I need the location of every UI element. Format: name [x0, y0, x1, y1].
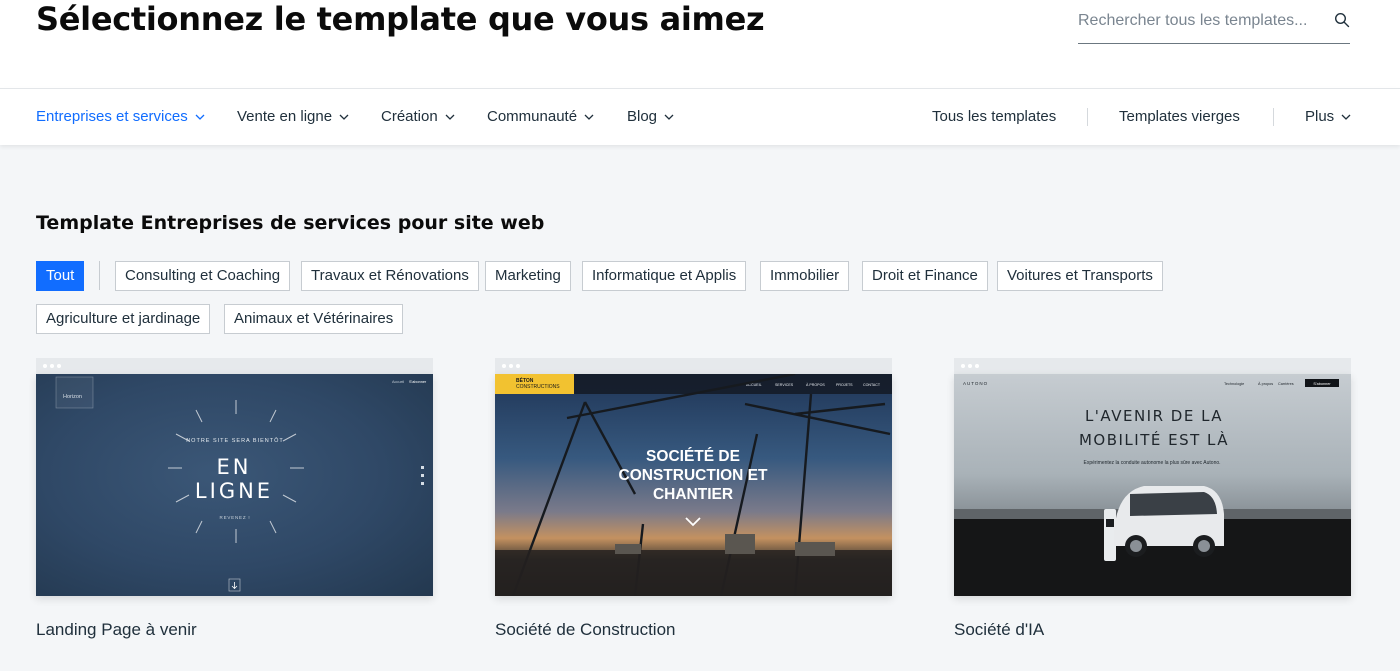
- filter-chip-animaux[interactable]: Animaux et Vétérinaires: [224, 304, 404, 334]
- chevron-down-icon: [1341, 114, 1351, 120]
- thumb-menu-item: Carrières: [1278, 382, 1294, 386]
- filter-chip-informatique[interactable]: Informatique et Applis: [582, 261, 747, 291]
- template-card-ia[interactable]: AUTONO Technologie À propos Carrières S'…: [954, 358, 1351, 596]
- browser-bar: [36, 358, 433, 374]
- thumb-menu-item: CONTACT: [863, 383, 881, 387]
- nav-item-label: Communauté: [487, 108, 578, 125]
- filter-chip-tout[interactable]: Tout: [36, 261, 85, 291]
- search-icon[interactable]: [1334, 12, 1350, 28]
- filter-chip-voitures[interactable]: Voitures et Transports: [997, 261, 1163, 291]
- chevron-down-icon: [584, 114, 594, 120]
- social-icons: [421, 466, 424, 485]
- nav-item-label: Plus: [1305, 108, 1335, 125]
- nav-item-label: Entreprises et services: [36, 108, 188, 125]
- thumb-headline-1: EN: [217, 455, 252, 479]
- page-title: Sélectionnez le template que vous aimez: [36, 0, 765, 38]
- nav-item-blog[interactable]: Blog: [627, 108, 674, 125]
- nav-item-entreprises-services[interactable]: Entreprises et services: [36, 108, 205, 125]
- template-thumbnail[interactable]: Horizon Accueil S'abonner NOTRE SITE SER…: [36, 374, 433, 596]
- filter-chip-travaux[interactable]: Travaux et Rénovations: [301, 261, 479, 291]
- nav-divider: [1273, 108, 1274, 126]
- nav-item-communaute[interactable]: Communauté: [487, 108, 594, 125]
- search-input[interactable]: [1078, 6, 1324, 36]
- thumb-logo-line1: BÉTON: [516, 376, 534, 384]
- thumb-headline-2: MOBILITÉ EST LÀ: [1079, 430, 1229, 449]
- card-title-landing[interactable]: Landing Page à venir: [36, 620, 197, 640]
- chevron-down-icon: [445, 114, 455, 120]
- thumb-menu-item: À propos: [1258, 382, 1273, 386]
- thumb-menu-item: Technologie: [1224, 382, 1244, 386]
- thumb-menu-item: SERVICES: [775, 383, 794, 387]
- nav-item-all-templates[interactable]: Tous les templates: [932, 108, 1056, 125]
- nav-item-label: Vente en ligne: [237, 108, 333, 125]
- top-header: Sélectionnez le template que vous aimez: [0, 0, 1400, 88]
- thumb-nav-home: Accueil: [392, 380, 404, 384]
- nav-item-label: Création: [381, 108, 438, 125]
- filter-chip-marketing[interactable]: Marketing: [485, 261, 571, 291]
- nav-item-more[interactable]: Plus: [1305, 108, 1351, 125]
- logo-box: [55, 376, 94, 409]
- thumb-headline-1: L'AVENIR DE LA: [1085, 407, 1223, 425]
- thumb-cta: S'abonner: [1313, 382, 1331, 386]
- thumb-logo: AUTONO: [963, 381, 988, 386]
- card-title-construction[interactable]: Société de Construction: [495, 620, 676, 640]
- template-card-construction[interactable]: BÉTON CONSTRUCTIONS ACCUEIL SERVICES À P…: [495, 358, 892, 596]
- chevron-down-icon: [339, 114, 349, 120]
- search-box[interactable]: [1078, 4, 1350, 44]
- nav-item-label: Blog: [627, 108, 658, 125]
- browser-bar: [495, 358, 892, 374]
- filter-chip-consulting[interactable]: Consulting et Coaching: [115, 261, 291, 291]
- nav-item-blank-templates[interactable]: Templates vierges: [1119, 108, 1240, 125]
- nav-item-vente-en-ligne[interactable]: Vente en ligne: [237, 108, 349, 125]
- thumb-menu-item: À PROPOS: [806, 383, 825, 387]
- thumb-logo-line2: CONSTRUCTIONS: [516, 384, 560, 390]
- thumb-sub: Expérimentez la conduite autonome la plu…: [1083, 460, 1220, 466]
- chevron-down-icon: [685, 517, 701, 527]
- thumb-kicker: NOTRE SITE SERA BIENTÔT: [186, 437, 284, 444]
- filter-chip-immobilier[interactable]: Immobilier: [760, 261, 850, 291]
- browser-bar: [954, 358, 1351, 374]
- template-thumbnail[interactable]: AUTONO Technologie À propos Carrières S'…: [954, 374, 1351, 596]
- nav-item-label: Tous les templates: [932, 108, 1057, 125]
- thumb-nav-subscribe: S'abonner: [409, 380, 427, 384]
- thumb-sub: REVENEZ !: [220, 515, 251, 520]
- template-thumbnail[interactable]: BÉTON CONSTRUCTIONS ACCUEIL SERVICES À P…: [495, 374, 892, 596]
- nav-item-creation[interactable]: Création: [381, 108, 455, 125]
- thumb-headline-3: CHANTIER: [653, 486, 733, 503]
- thumb-headline-2: CONSTRUCTION ET: [619, 467, 769, 484]
- nav-divider: [1087, 108, 1088, 126]
- filter-chip-droit-finance[interactable]: Droit et Finance: [862, 261, 988, 291]
- filter-chip-agriculture[interactable]: Agriculture et jardinage: [36, 304, 211, 334]
- category-nav: Entreprises et services Vente en ligne C…: [0, 88, 1400, 145]
- chevron-down-icon: [664, 114, 674, 120]
- thumb-headline-1: SOCIÉTÉ DE: [646, 448, 740, 465]
- filter-divider: [99, 261, 100, 290]
- thumb-headline-2: LIGNE: [195, 479, 273, 503]
- template-card-landing[interactable]: Horizon Accueil S'abonner NOTRE SITE SER…: [36, 358, 433, 596]
- card-title-ia[interactable]: Société d'IA: [954, 620, 1044, 640]
- thumb-menu-item: PROJETS: [836, 383, 853, 387]
- nav-item-label: Templates vierges: [1119, 108, 1240, 125]
- thumb-logo: Horizon: [63, 394, 82, 400]
- chevron-down-icon: [195, 114, 205, 120]
- section-title: Template Entreprises de services pour si…: [36, 212, 545, 234]
